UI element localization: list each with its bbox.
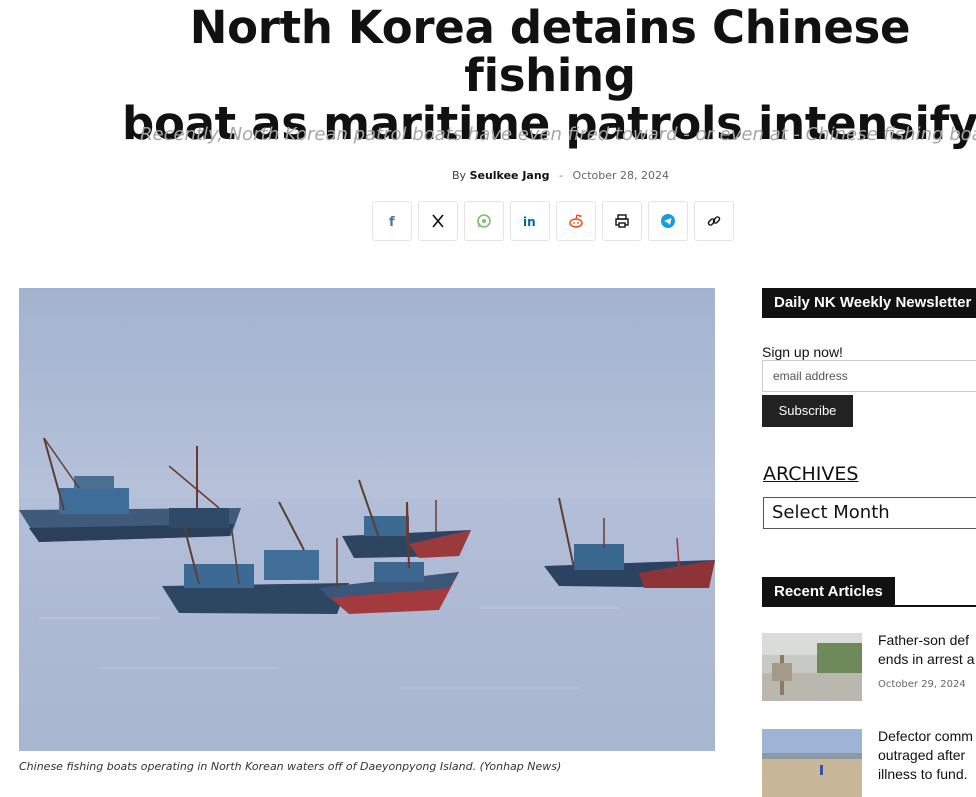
- telegram-share-button[interactable]: [648, 201, 688, 241]
- byline-separator: -: [559, 169, 564, 182]
- signup-text: Sign up now!: [762, 344, 843, 360]
- article-hero-image: [19, 288, 715, 751]
- archives-select[interactable]: Select Month: [763, 497, 976, 529]
- recent-article-title[interactable]: Father-son def ends in arrest a: [878, 631, 976, 669]
- share-bar: f in: [372, 201, 734, 241]
- email-input[interactable]: email address: [762, 360, 976, 392]
- subscribe-button[interactable]: Subscribe: [762, 395, 853, 427]
- svg-text:f: f: [389, 215, 395, 229]
- svg-text:in: in: [523, 215, 536, 229]
- facebook-share-button[interactable]: f: [372, 201, 412, 241]
- x-icon: [432, 214, 444, 228]
- x-share-button[interactable]: [418, 201, 458, 241]
- whatsapp-share-button[interactable]: [464, 201, 504, 241]
- linkedin-icon: in: [523, 215, 536, 229]
- facebook-icon: f: [389, 215, 395, 229]
- byline: By Seulkee Jang - October 28, 2024: [452, 169, 669, 182]
- recent-article-title[interactable]: Defector comm outraged after illness to …: [878, 727, 976, 784]
- author-link[interactable]: Seulkee Jang: [470, 169, 550, 182]
- image-caption: Chinese fishing boats operating in North…: [19, 760, 562, 773]
- recent-articles-underline: [762, 605, 976, 607]
- article-subtitle: Recently, North Korean patrol boats have…: [140, 124, 976, 145]
- recent-article-thumbnail[interactable]: [762, 729, 862, 797]
- newsletter-block-underline: [762, 316, 976, 318]
- linkedin-share-button[interactable]: in: [510, 201, 550, 241]
- print-icon: [615, 214, 629, 228]
- publish-date: October 28, 2024: [572, 169, 670, 182]
- recent-article-date: October 29, 2024: [878, 679, 966, 690]
- print-button[interactable]: [602, 201, 642, 241]
- fishing-boats-photo: [19, 288, 715, 751]
- whatsapp-icon: [477, 214, 491, 228]
- recent-articles-title: Recent Articles: [762, 577, 895, 607]
- copy-link-button[interactable]: [694, 201, 734, 241]
- by-label: By: [452, 169, 467, 182]
- reddit-share-button[interactable]: [556, 201, 596, 241]
- reddit-icon: [569, 214, 583, 228]
- link-icon: [707, 216, 721, 226]
- recent-article-thumbnail[interactable]: [762, 633, 862, 701]
- article-title-line1: North Korea detains Chinese fishing: [189, 1, 911, 102]
- newsletter-block-title: Daily NK Weekly Newsletter: [762, 288, 976, 318]
- telegram-icon: [661, 214, 675, 228]
- archives-title: ARCHIVES: [763, 463, 859, 485]
